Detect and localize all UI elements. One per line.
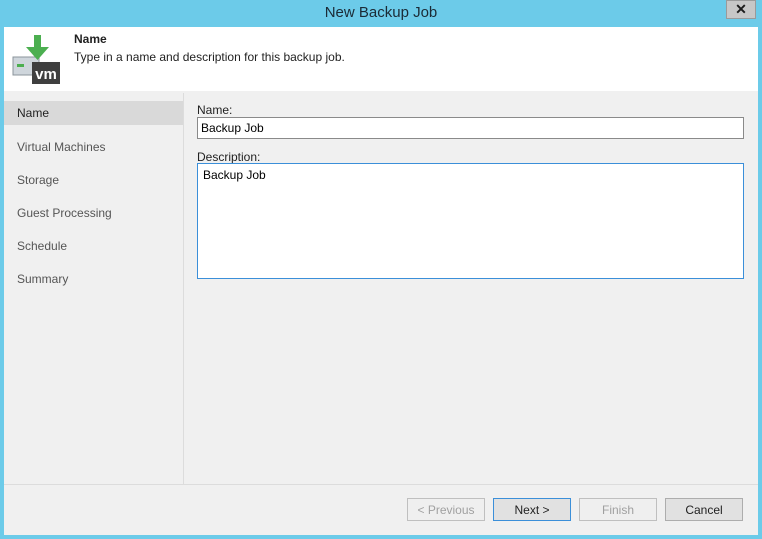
header-title: Name xyxy=(74,32,107,46)
wizard-footer: < Previous Next > Finish Cancel xyxy=(4,484,758,535)
wizard-steps-sidebar: Name Virtual Machines Storage Guest Proc… xyxy=(4,93,184,484)
step-virtual-machines[interactable]: Virtual Machines xyxy=(4,133,183,166)
step-summary[interactable]: Summary xyxy=(4,265,183,298)
window-title: New Backup Job xyxy=(324,4,438,21)
close-button[interactable]: ✕ xyxy=(726,0,756,19)
finish-button[interactable]: Finish xyxy=(579,498,657,521)
svg-text:vm: vm xyxy=(35,66,57,83)
wizard-client-area: vm Name Type in a name and description f… xyxy=(4,27,758,535)
next-button[interactable]: Next > xyxy=(493,498,571,521)
close-icon: ✕ xyxy=(735,1,747,17)
step-schedule[interactable]: Schedule xyxy=(4,232,183,265)
cancel-button[interactable]: Cancel xyxy=(665,498,743,521)
name-label: Name: xyxy=(197,103,233,117)
step-storage[interactable]: Storage xyxy=(4,166,183,199)
step-name[interactable]: Name xyxy=(4,101,183,125)
title-bar[interactable]: New Backup Job ✕ xyxy=(0,0,762,27)
wizard-content: Name: Description: Backup Job xyxy=(184,93,758,484)
backup-job-wizard-window: New Backup Job ✕ vm Name Type in a name … xyxy=(0,0,762,539)
previous-button[interactable]: < Previous xyxy=(407,498,485,521)
name-input[interactable] xyxy=(197,117,744,139)
step-guest-processing[interactable]: Guest Processing xyxy=(4,199,183,232)
header-description: Type in a name and description for this … xyxy=(74,50,345,64)
wizard-header: vm Name Type in a name and description f… xyxy=(4,27,758,91)
description-textarea[interactable]: Backup Job xyxy=(197,163,744,279)
description-label: Description: xyxy=(197,150,261,164)
vm-backup-icon: vm xyxy=(12,35,60,84)
